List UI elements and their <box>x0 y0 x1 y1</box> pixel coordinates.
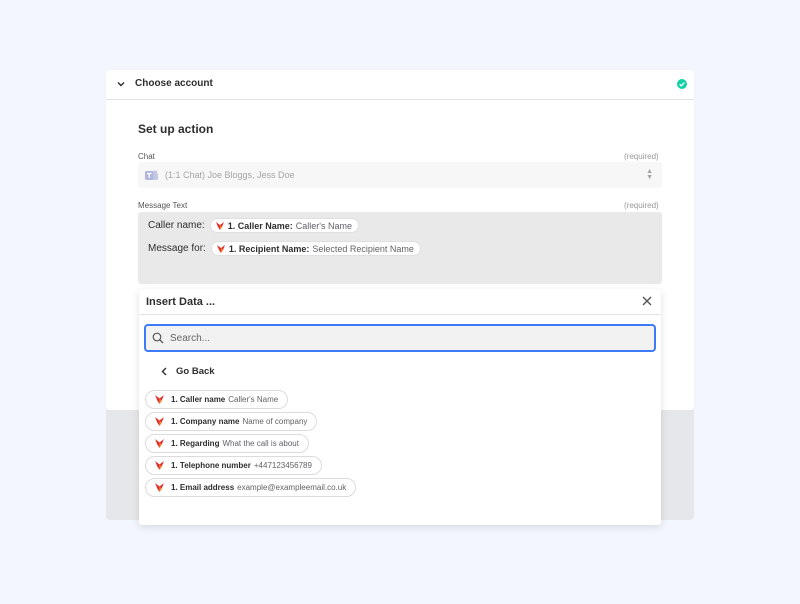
data-item-company-name[interactable]: 1. Company name Name of company <box>145 412 318 431</box>
data-item-telephone-number[interactable]: 1. Telephone number +447123456789 <box>145 456 322 475</box>
select-arrows-icon: ▲ ▼ <box>646 168 653 181</box>
data-item-key: 1. Company name <box>171 417 240 426</box>
data-item-key: 1. Regarding <box>171 439 220 448</box>
chevron-left-icon <box>161 367 167 376</box>
token-value: Selected Recipient Name <box>312 243 414 254</box>
message-line-label: Message for: <box>148 243 206 254</box>
data-token[interactable]: 1. Recipient Name: Selected Recipient Na… <box>210 241 421 256</box>
go-back-label: Go Back <box>176 366 215 377</box>
app-logo-icon <box>155 483 164 492</box>
message-line-label: Caller name: <box>148 220 205 231</box>
app-logo-icon <box>155 439 164 448</box>
app-logo-icon <box>155 417 164 426</box>
data-item-key: 1. Telephone number <box>171 461 251 470</box>
data-item-value: Caller's Name <box>228 395 279 404</box>
search-field[interactable] <box>144 324 656 352</box>
chevron-down-icon[interactable] <box>115 78 127 90</box>
message-line-caller: Caller name: 1. Caller Name: Caller's Na… <box>148 218 359 233</box>
data-item-email-address[interactable]: 1. Email address example@exampleemail.co… <box>145 478 357 497</box>
setup-action-title: Set up action <box>138 122 214 136</box>
data-item-regarding[interactable]: 1. Regarding What the call is about <box>145 434 309 453</box>
data-item-value: What the call is about <box>222 439 299 448</box>
insert-data-dropdown: Insert Data ... Go Back 1. Caller name C… <box>139 289 661 525</box>
data-item-value: +447123456789 <box>253 461 312 470</box>
chat-select-value: (1:1 Chat) Joe Bloggs, Jess Doe <box>165 170 295 180</box>
search-input[interactable] <box>170 330 640 346</box>
insert-data-title: Insert Data ... <box>146 296 216 308</box>
app-logo-icon <box>155 395 164 404</box>
chat-select[interactable]: (1:1 Chat) Joe Bloggs, Jess Doe ▲ ▼ <box>138 162 662 188</box>
insert-data-header: Insert Data ... <box>139 289 661 315</box>
app-logo-icon <box>216 244 225 253</box>
chat-label: Chat <box>138 152 155 161</box>
choose-account-title: Choose account <box>135 78 213 89</box>
token-value: Caller's Name <box>295 220 352 231</box>
search-icon <box>152 332 164 344</box>
message-text-label: Message Text <box>138 201 188 210</box>
data-item-key: 1. Caller name <box>171 395 226 404</box>
check-circle-icon <box>677 79 687 89</box>
chat-required: (required) <box>624 152 659 161</box>
app-logo-icon <box>155 461 164 470</box>
message-text-required: (required) <box>624 201 659 210</box>
token-key: 1. Caller Name: <box>227 220 293 231</box>
message-line-recipient: Message for: 1. Recipient Name: Selected… <box>148 241 421 256</box>
data-item-value: example@exampleemail.co.uk <box>237 483 347 492</box>
go-back-button[interactable]: Go Back <box>161 366 215 377</box>
app-logo-icon <box>215 221 224 230</box>
teams-icon <box>145 170 158 180</box>
token-key: 1. Recipient Name: <box>228 243 310 254</box>
data-token[interactable]: 1. Caller Name: Caller's Name <box>209 218 359 233</box>
message-text-field[interactable]: Caller name: 1. Caller Name: Caller's Na… <box>138 212 662 284</box>
data-item-key: 1. Email address <box>171 483 235 492</box>
data-item-caller-name[interactable]: 1. Caller name Caller's Name <box>145 390 289 409</box>
close-icon[interactable] <box>641 295 653 307</box>
choose-account-header[interactable]: Choose account <box>106 70 694 100</box>
data-item-value: Name of company <box>242 417 308 426</box>
